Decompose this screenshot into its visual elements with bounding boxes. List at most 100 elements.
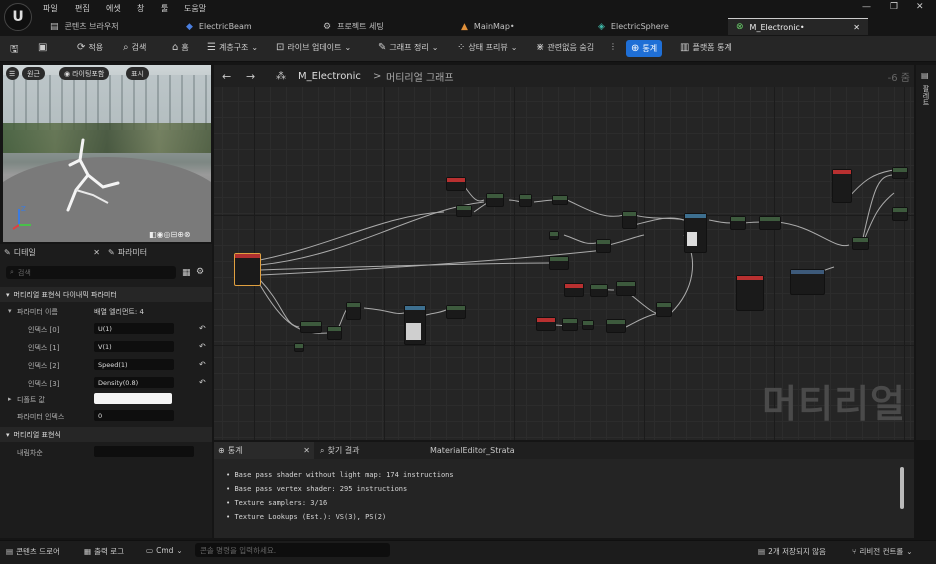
material-node[interactable] [486,193,504,207]
index-1-field[interactable]: V(1) [94,341,174,352]
palette-icon[interactable]: ▤ [921,71,929,80]
reset-icon[interactable]: ↶ [199,360,206,369]
tab-electricbeam[interactable]: ◆ ElectricBeam [178,18,308,35]
material-node[interactable] [730,216,746,230]
table-view-icon[interactable]: ▦ [182,268,191,278]
material-node[interactable] [790,269,825,295]
tab-strata[interactable]: MaterialEditor_Strata [430,442,515,459]
index-3-field[interactable]: Density(0.8) [94,377,174,388]
section-dynamic-parameter[interactable]: ▾ 머티리얼 표현식 다이내믹 파라미터 [0,287,212,302]
menu-asset[interactable]: 에셋 [106,3,121,14]
material-node[interactable] [346,302,361,320]
hierarchy-button[interactable]: ☰ 계층구조 ⌄ [207,42,258,53]
browse-asset-icon[interactable]: ▣ [38,42,47,53]
material-node[interactable] [536,317,556,331]
material-node[interactable] [596,239,611,253]
material-node[interactable] [562,318,578,331]
reset-icon[interactable]: ↶ [199,342,206,351]
material-graph[interactable]: ← → ⁂ M_Electronic > 머티리얼 그래프 -6 줌 머티리얼 [214,65,914,440]
close-tab-icon[interactable]: ✕ [853,23,860,32]
tab-m-electronic[interactable]: ⊗ M_Electronic• ✕ [728,18,868,35]
tab-parameters[interactable]: ✎ 파라미터 [108,244,204,261]
close-tab-icon[interactable]: ✕ [303,446,310,455]
material-node[interactable] [456,205,472,217]
default-color-swatch[interactable] [94,393,172,404]
tab-details[interactable]: ✎ 디테일 ✕ [4,244,100,261]
material-node[interactable] [519,194,532,207]
texture-sample-node[interactable] [404,305,426,345]
material-node[interactable] [564,283,584,297]
dynamic-parameter-node[interactable] [234,253,261,286]
material-node[interactable] [656,302,672,317]
console-input[interactable]: 콘솔 명령을 입력하세요. [195,543,390,557]
restore-icon[interactable]: ❐ [890,2,898,12]
material-node[interactable] [327,326,342,340]
material-node[interactable] [300,321,322,333]
index-2-field[interactable]: Speed(1) [94,359,174,370]
preview-shape-icons[interactable]: ◧◉◎⊟⊕⊗ [149,230,191,239]
reset-icon[interactable]: ↶ [199,324,206,333]
reset-icon[interactable]: ↶ [199,378,206,387]
material-node[interactable] [446,305,466,319]
material-node[interactable] [294,343,304,352]
menu-file[interactable]: 파일 [43,3,58,14]
material-node[interactable] [759,216,781,230]
param-index-field[interactable]: 0 [94,410,174,421]
material-node[interactable] [892,167,908,179]
material-node[interactable] [606,319,626,333]
desc-field[interactable] [94,446,194,457]
menu-tools[interactable]: 툴 [161,3,168,14]
tab-mainmap[interactable]: ▲ MainMap• [453,18,583,35]
live-update-button[interactable]: ⊡ 라이브 업데이트 ⌄ [276,42,351,53]
tab-electricsphere[interactable]: ◈ ElectricSphere [590,18,720,35]
stats-button[interactable]: ⊕ 통계 [626,40,663,57]
index-0-field[interactable]: U(1) [94,323,174,334]
palette-tab[interactable]: 팔레트 [921,85,931,106]
close-tab-icon[interactable]: ✕ [93,248,100,257]
settings-gear-icon[interactable]: ⚙ [196,267,204,277]
tab-stats[interactable]: ⊕ 통계 ✕ [214,442,314,459]
material-node[interactable] [736,275,764,311]
unsaved-button[interactable]: ▤ 2개 저장되지 않음 [758,546,826,557]
menu-help[interactable]: 도움말 [184,3,206,14]
material-node[interactable] [622,211,637,229]
material-node[interactable] [446,177,466,191]
show-button[interactable]: 표시 [126,67,149,80]
tab-find-results[interactable]: ⌕ 찾기 결과 [320,442,359,459]
home-button[interactable]: ⌂ 홈 [172,42,189,53]
preview-viewport[interactable]: ☰ 원근 ◉ 라이팅포함 표시 Z ◧◉◎⊟⊕⊗ [3,65,211,242]
tab-content-browser[interactable]: ▤ 콘텐츠 브라우저 [42,18,172,35]
menu-edit[interactable]: 편집 [75,3,90,14]
scrollbar[interactable] [900,467,904,509]
section-material-expression[interactable]: ▾ 머티리얼 표현식 [0,427,212,442]
search-button[interactable]: ⌕ 검색 [123,42,146,53]
hide-unrelated-button[interactable]: ⋇ 관련없음 숨김 [536,42,594,53]
material-node[interactable] [832,169,852,203]
minimize-icon[interactable]: — [862,2,871,12]
content-drawer-button[interactable]: ▤ 콘텐츠 드로어 [6,546,60,557]
unreal-logo-icon[interactable]: U [4,3,32,31]
lit-mode-button[interactable]: ◉ 라이팅포함 [59,67,110,80]
revision-control-button[interactable]: ⑂ 리비전 컨트롤 ⌄ [852,546,913,557]
material-node[interactable] [582,320,594,330]
material-node[interactable] [549,231,559,240]
expand-arrow-icon[interactable]: ▾ [8,307,12,315]
menu-window[interactable]: 창 [137,3,144,14]
state-preview-button[interactable]: ⁘ 상태 프리뷰 ⌄ [457,42,517,53]
platform-stats-button[interactable]: ▥ 플랫폼 통계 [680,42,732,53]
material-node[interactable] [852,237,869,250]
more-options-icon[interactable]: ⋮ [609,42,617,51]
viewport-menu-icon[interactable]: ☰ [6,67,19,80]
output-log-button[interactable]: ▦ 출력 로그 [84,546,124,557]
material-node[interactable] [616,281,636,296]
apply-button[interactable]: ⟳ 적용 [77,42,103,53]
perspective-button[interactable]: 원근 [22,67,45,80]
material-node[interactable] [590,284,608,297]
expand-arrow-icon[interactable]: ▸ [8,395,12,403]
close-window-icon[interactable]: ✕ [916,2,924,12]
material-node[interactable] [552,195,568,205]
save-icon[interactable]: 🖫 [10,42,19,59]
material-node[interactable] [549,256,569,270]
details-search-input[interactable]: ⌕ 검색 [6,266,176,279]
tab-project-settings[interactable]: ⚙ 프로젝트 세팅 [315,18,445,35]
